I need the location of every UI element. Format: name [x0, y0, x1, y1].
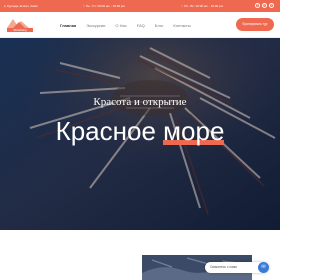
hero-title-accent: море: [163, 116, 225, 146]
facebook-icon[interactable]: f: [255, 3, 260, 8]
logo-icon: MoreDiving: [7, 19, 33, 32]
location-text: Хургада, Египет, Adam: [6, 4, 39, 8]
menu: Главная Экскурсии О Нас FAQ Блог Контакт…: [60, 12, 191, 38]
vk-icon[interactable]: v: [269, 3, 274, 8]
chat-icon[interactable]: ✉: [258, 262, 269, 273]
main-navigation: MoreDiving Главная Экскурсии О Нас FAQ Б…: [0, 12, 280, 38]
logo-text: MoreDiving: [13, 28, 27, 32]
instagram-icon[interactable]: o: [262, 3, 267, 8]
nav-item-faq[interactable]: FAQ: [137, 23, 145, 28]
location: ● Хургада, Египет, Adam: [4, 0, 38, 12]
social-links: f o v: [255, 3, 274, 8]
hero-title-part1: Красное: [55, 116, 156, 146]
hero-banner: Красота и открытие Красное море: [0, 38, 280, 230]
book-tour-button[interactable]: Бронировать тур: [236, 18, 274, 31]
nav-item-home[interactable]: Главная: [60, 23, 76, 28]
hero-title-part2: море: [163, 116, 225, 146]
location-pin-icon: ●: [4, 4, 6, 8]
nav-item-contacts[interactable]: Контакты: [173, 23, 190, 28]
hero-title: Красное море: [0, 116, 280, 147]
clock-icon: ○: [83, 4, 85, 8]
hours-weekend-text: Сб - Вс: 10:00 am - 16:00 pm: [183, 4, 224, 8]
logo[interactable]: MoreDiving: [5, 16, 35, 34]
nav-item-excursions[interactable]: Экскурсии: [86, 23, 105, 28]
hours-weekdays-text: Пн - Пт: 09:00 am - 18:00 pm: [85, 4, 126, 8]
top-bar: ● Хургада, Египет, Adam ○ Пн - Пт: 09:00…: [0, 0, 280, 12]
chat-label: Свяжитесь с нами: [210, 265, 237, 269]
contact-us-widget[interactable]: Свяжитесь с нами ✉: [205, 262, 269, 273]
clock-icon: ○: [181, 4, 183, 8]
hours-weekend: ○ Сб - Вс: 10:00 am - 16:00 pm: [181, 0, 223, 12]
nav-item-blog[interactable]: Блог: [155, 23, 164, 28]
hours-weekdays: ○ Пн - Пт: 09:00 am - 18:00 pm: [83, 0, 125, 12]
nav-item-about[interactable]: О Нас: [115, 23, 126, 28]
hero-subtitle: Красота и открытие: [93, 96, 187, 108]
